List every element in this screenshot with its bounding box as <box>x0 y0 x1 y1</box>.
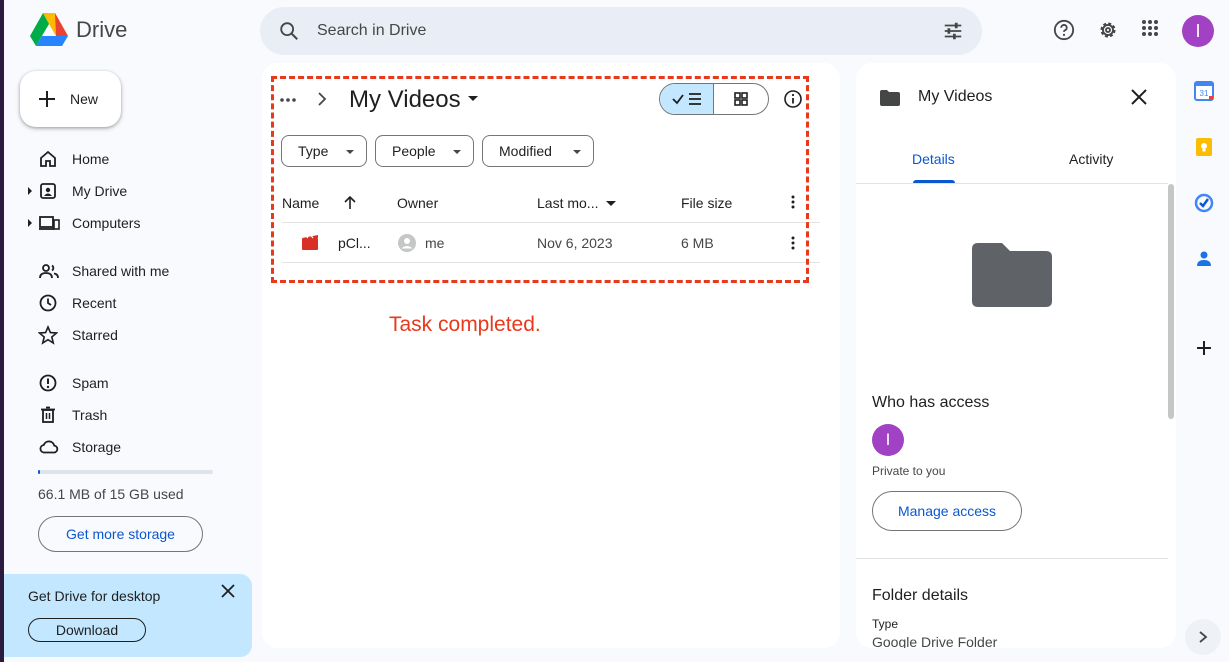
star-icon <box>38 325 58 345</box>
details-scrollbar[interactable] <box>1168 184 1174 419</box>
keep-icon[interactable] <box>1194 137 1214 157</box>
drive-logo[interactable]: Drive <box>30 13 127 47</box>
sidebar-item-label: Recent <box>72 295 117 311</box>
sidebar-item-label: Trash <box>72 407 108 423</box>
search-bar[interactable]: Search in Drive <box>260 7 982 55</box>
access-user-avatar[interactable]: I <box>872 424 904 456</box>
apps-grid-icon[interactable] <box>1141 19 1159 37</box>
close-icon[interactable] <box>1130 88 1148 106</box>
storage-usage-text: 66.1 MB of 15 GB used <box>38 486 184 502</box>
sidebar-item-my-drive[interactable]: My Drive <box>28 177 248 205</box>
sidebar-item-label: Starred <box>72 327 118 343</box>
shared-icon <box>39 264 59 279</box>
settings-gear-icon[interactable] <box>1097 19 1119 41</box>
cloud-icon <box>39 440 59 454</box>
sidebar-item-label: Home <box>72 151 110 167</box>
details-panel: My Videos Details Activity Who has acces… <box>856 63 1176 648</box>
spam-icon <box>39 374 57 392</box>
manage-access-button[interactable]: Manage access <box>872 491 1022 531</box>
sidebar-item-home[interactable]: Home <box>28 145 248 173</box>
app-name: Drive <box>76 17 128 42</box>
show-side-panel-button[interactable] <box>1185 619 1221 655</box>
expand-caret-icon[interactable] <box>28 187 32 195</box>
help-icon[interactable] <box>1053 19 1075 41</box>
sidebar-item-recent[interactable]: Recent <box>28 289 248 317</box>
drive-logo-icon <box>30 13 68 46</box>
highlight-box <box>271 76 809 283</box>
sidebar-item-computers[interactable]: Computers <box>28 209 248 237</box>
folder-icon <box>880 90 900 106</box>
add-addon-plus-icon[interactable] <box>1194 338 1214 358</box>
search-icon[interactable] <box>278 20 300 42</box>
sidebar-item-label: My Drive <box>72 183 128 199</box>
my-drive-icon <box>40 183 56 199</box>
new-button[interactable]: New <box>20 71 121 127</box>
trash-icon <box>41 406 55 423</box>
folder-details-heading: Folder details <box>872 587 969 604</box>
section-divider <box>856 558 1168 559</box>
sidebar-item-label: Shared with me <box>72 263 170 279</box>
search-input[interactable]: Search in Drive <box>317 22 426 40</box>
tab-details[interactable]: Details <box>912 151 955 167</box>
who-has-access-heading: Who has access <box>872 394 990 411</box>
search-options-icon[interactable] <box>942 20 964 42</box>
svg-text:31: 31 <box>1200 89 1209 98</box>
tabs-divider <box>856 183 1168 184</box>
details-title: My Videos <box>918 88 993 105</box>
new-button-label: New <box>70 91 99 107</box>
sidebar-item-storage[interactable]: Storage <box>28 433 248 461</box>
window-edge <box>0 0 4 662</box>
account-avatar[interactable]: I <box>1182 15 1214 47</box>
tab-activity[interactable]: Activity <box>1069 151 1113 167</box>
chevron-right-icon <box>1199 631 1208 643</box>
computers-icon <box>39 216 60 230</box>
tasks-icon[interactable] <box>1194 193 1214 213</box>
folder-preview-icon <box>972 243 1052 307</box>
sidebar-item-label: Computers <box>72 215 141 231</box>
recent-icon <box>39 294 57 312</box>
promo-title: Get Drive for desktop <box>28 588 161 604</box>
sidebar-item-shared[interactable]: Shared with me <box>28 257 248 285</box>
sidebar-item-starred[interactable]: Starred <box>28 321 248 349</box>
sidebar-item-spam[interactable]: Spam <box>28 369 248 397</box>
sidebar-item-trash[interactable]: Trash <box>28 401 248 429</box>
home-icon <box>40 150 56 167</box>
close-icon[interactable] <box>220 583 236 599</box>
sidebar-item-label: Storage <box>72 439 122 455</box>
storage-usage-fill <box>38 470 40 474</box>
desktop-promo-banner: Get Drive for desktop Download <box>4 574 252 657</box>
calendar-icon[interactable]: 31 <box>1194 81 1214 101</box>
contacts-icon[interactable] <box>1194 249 1214 269</box>
download-button[interactable]: Download <box>28 618 146 642</box>
status-message: Task completed. <box>389 313 541 336</box>
expand-caret-icon[interactable] <box>28 219 32 227</box>
sidebar-item-label: Spam <box>72 375 109 391</box>
type-label: Type <box>872 617 899 631</box>
plus-icon <box>39 91 55 107</box>
storage-usage-bar <box>38 470 213 474</box>
type-value: Google Drive Folder <box>872 634 998 648</box>
get-more-storage-button[interactable]: Get more storage <box>38 516 203 552</box>
private-status-text: Private to you <box>872 464 946 478</box>
